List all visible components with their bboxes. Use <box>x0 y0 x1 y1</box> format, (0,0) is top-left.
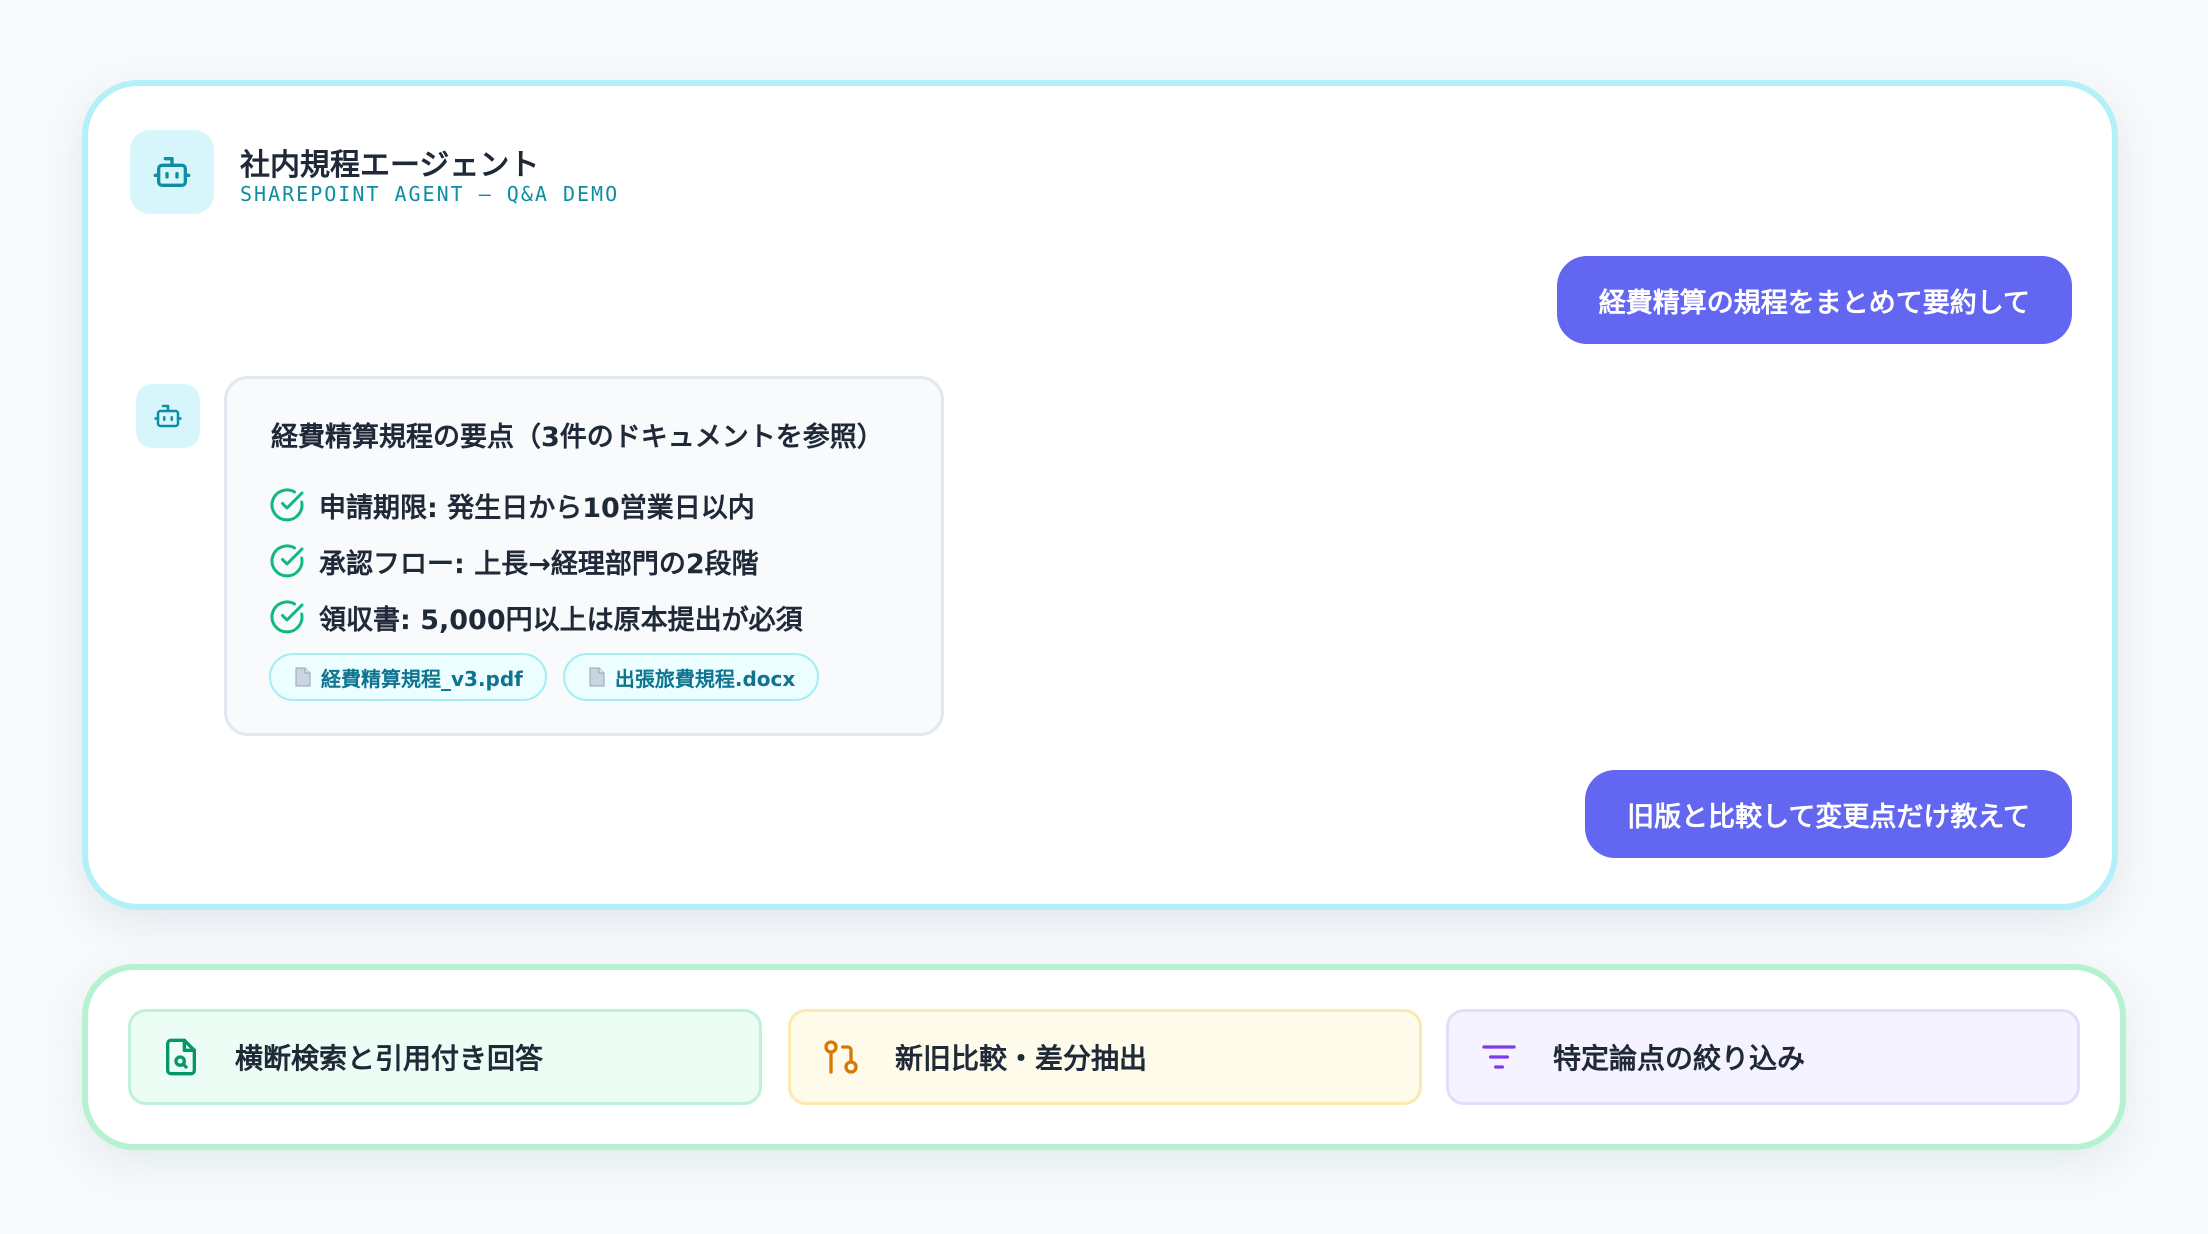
answer-title: 経費精算規程の要点（3件のドキュメントを参照） <box>271 422 884 453</box>
robot-icon <box>153 157 191 187</box>
agent-avatar <box>130 130 214 214</box>
point-text: 領収書: 5,000円以上は原本提出が必須 <box>319 604 803 636</box>
point-text: 申請期限: 発生日から10営業日以内 <box>319 492 755 524</box>
point-text: 承認フロー: 上長→経理部門の2段階 <box>319 548 759 580</box>
list-item: 承認フロー: 上長→経理部門の2段階 <box>269 533 803 589</box>
check-circle-icon <box>270 488 304 522</box>
robot-icon <box>154 404 182 428</box>
app-title: 社内規程エージェント <box>240 148 540 183</box>
check-circle-icon <box>270 600 304 634</box>
filter-icon <box>1482 1045 1516 1069</box>
user-message: 経費精算の規程をまとめて要約して <box>1556 256 2072 344</box>
source-chip-label: 経費精算規程_v3.pdf <box>321 666 523 691</box>
feature-label: 新旧比較・差分抽出 <box>895 1042 1148 1075</box>
agent-answer: 経費精算規程の要点（3件のドキュメントを参照） 申請期限: 発生日から10営業日… <box>224 376 944 736</box>
check-circle-icon <box>270 544 304 578</box>
feature-version-diff: 新旧比較・差分抽出 <box>788 1009 1422 1105</box>
answer-points: 申請期限: 発生日から10営業日以内 承認フロー: 上長→経理部門の2段階 領収… <box>269 477 803 645</box>
document-search-icon <box>166 1038 196 1076</box>
bot-avatar <box>136 384 200 448</box>
source-chip-label: 出張旅費規程.docx <box>614 666 796 691</box>
user-message: 旧版と比較して変更点だけ教えて <box>1585 770 2072 858</box>
feature-label: 特定論点の絞り込み <box>1553 1042 1806 1075</box>
source-citations: 経費精算規程_v3.pdf 出張旅費規程.docx <box>269 653 820 701</box>
source-chip[interactable]: 出張旅費規程.docx <box>562 653 820 701</box>
app-subtitle: SHAREPOINT AGENT — Q&A DEMO <box>240 182 620 206</box>
file-icon <box>295 667 311 687</box>
feature-cross-search: 横断検索と引用付き回答 <box>128 1009 762 1105</box>
feature-label: 横断検索と引用付き回答 <box>235 1042 544 1075</box>
source-chip[interactable]: 経費精算規程_v3.pdf <box>269 653 547 701</box>
file-icon <box>589 667 605 687</box>
list-item: 申請期限: 発生日から10営業日以内 <box>269 477 803 533</box>
git-compare-icon <box>824 1040 858 1074</box>
feature-topic-filter: 特定論点の絞り込み <box>1446 1009 2080 1105</box>
list-item: 領収書: 5,000円以上は原本提出が必須 <box>269 589 803 645</box>
